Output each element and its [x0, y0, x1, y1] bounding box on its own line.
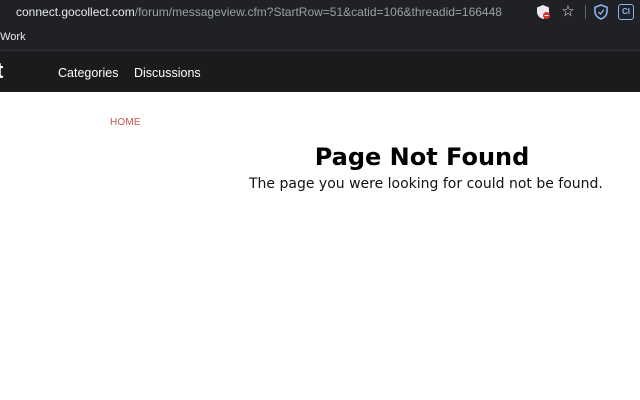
bookmark-star-icon[interactable]: ☆ — [560, 3, 576, 21]
site-logo[interactable]: t — [0, 59, 3, 83]
shield-extension-icon[interactable] — [594, 4, 608, 20]
breadcrumb-home-link[interactable]: HOME — [110, 117, 141, 129]
nav-discussions-link[interactable]: Discussions — [134, 65, 201, 81]
bookmarks-bar: t Work — [0, 24, 640, 51]
ci-extension-icon[interactable]: CI — [618, 4, 634, 20]
site-header: t Categories Discussions — [0, 51, 640, 92]
url-path: /forum/messageview.cfm?StartRow=51&catid… — [134, 5, 502, 19]
shield-blocked-icon[interactable] — [535, 4, 551, 20]
error-message: The page you were looking for could not … — [249, 176, 603, 192]
page-title: Page Not Found — [314, 143, 530, 171]
nav-categories-link[interactable]: Categories — [58, 65, 118, 81]
bookmark-item[interactable]: t Work — [0, 30, 26, 44]
url-text[interactable]: connect.gocollect.com/forum/messageview.… — [16, 4, 502, 20]
toolbar-divider — [585, 5, 586, 19]
url-host: connect.gocollect.com — [16, 5, 135, 19]
browser-address-bar[interactable]: connect.gocollect.com/forum/messageview.… — [0, 0, 640, 24]
